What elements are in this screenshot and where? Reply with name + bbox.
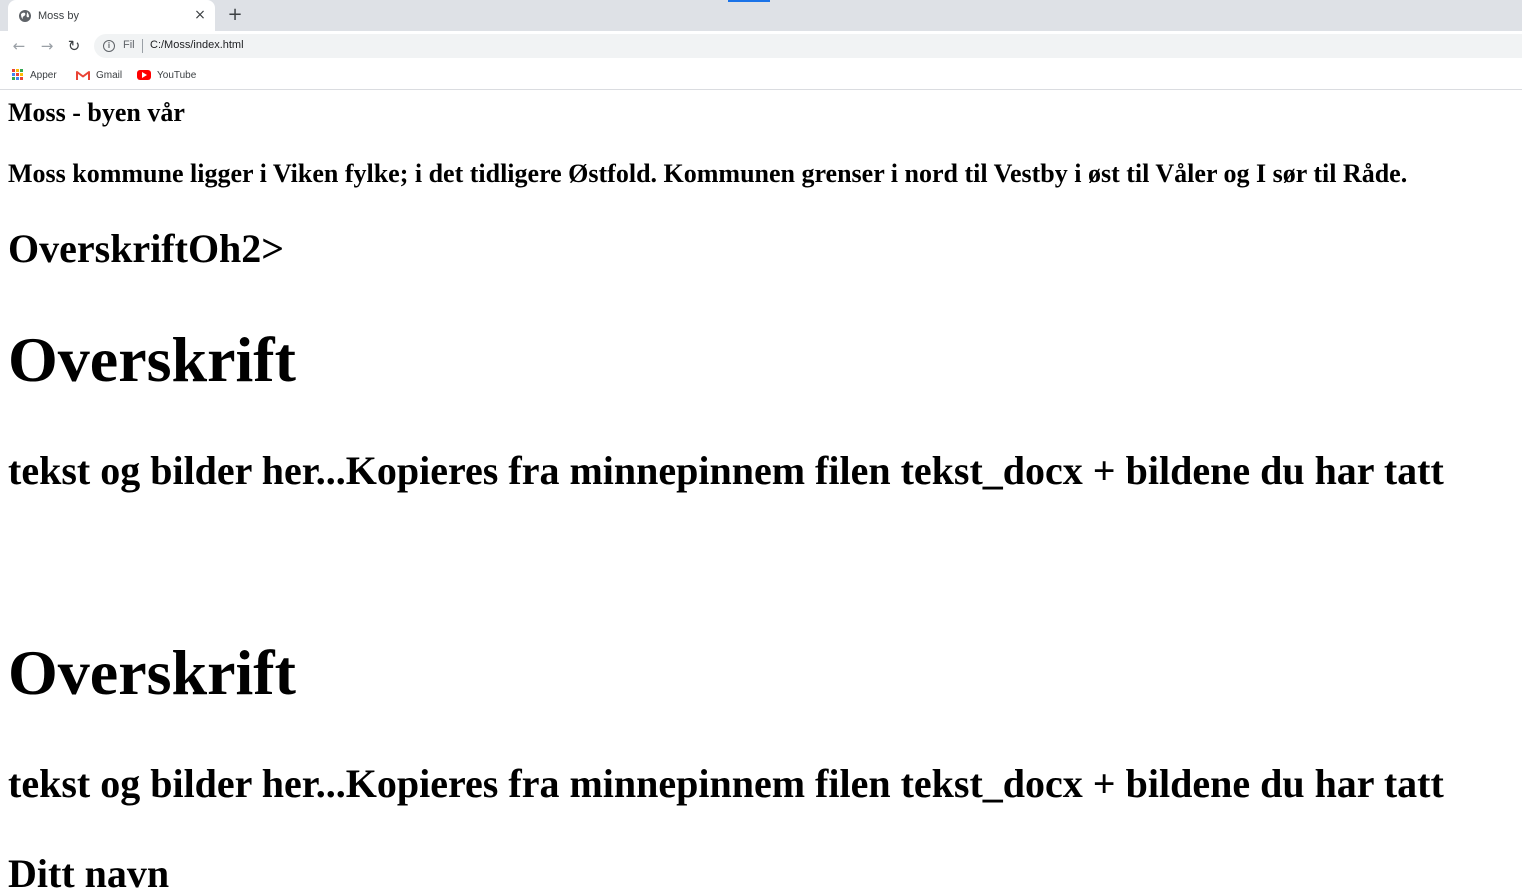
section-heading: Overskrift — [8, 637, 296, 708]
tab-strip: Moss by × + — [0, 0, 1522, 31]
new-tab-button[interactable]: + — [224, 4, 246, 26]
close-tab-icon[interactable]: × — [193, 7, 207, 23]
tab-title: Moss by — [38, 9, 79, 22]
address-url[interactable]: C:/Moss/index.html — [150, 39, 244, 51]
bookmark-label: YouTube — [157, 69, 197, 81]
page-content: Moss - byen vår Moss kommune ligger i Vi… — [0, 90, 1522, 895]
section-text: tekst og bilder her...Kopieres fra minne… — [8, 761, 1444, 806]
address-bar[interactable]: i Fil C:/Moss/index.html — [94, 34, 1522, 58]
gmail-icon — [76, 70, 90, 80]
forward-arrow-icon[interactable]: → — [38, 37, 56, 55]
address-scheme: Fil — [123, 39, 135, 51]
broken-heading: OverskriftOh2> — [8, 226, 285, 271]
bookmark-label: Apper — [30, 69, 57, 81]
bookmark-youtube[interactable]: YouTube — [137, 67, 196, 83]
author-name: Ditt navn — [8, 851, 170, 895]
bookmark-label: Gmail — [96, 69, 123, 81]
address-separator — [142, 39, 143, 53]
browser-toolbar: ← → ↻ i Fil C:/Moss/index.html — [0, 31, 1522, 61]
youtube-icon — [137, 70, 151, 80]
tab-strip-accent — [728, 0, 770, 2]
apps-grid-icon — [12, 69, 24, 81]
reload-icon[interactable]: ↻ — [65, 37, 83, 55]
site-heading: Moss - byen vår — [8, 98, 185, 127]
bookmark-gmail[interactable]: Gmail — [76, 67, 122, 83]
bookmarks-bar: Apper Gmail YouTube — [0, 61, 1522, 90]
globe-icon — [19, 9, 31, 22]
info-icon[interactable]: i — [103, 40, 115, 52]
tab-moss-by[interactable]: Moss by × — [8, 0, 215, 31]
section-heading: Overskrift — [8, 324, 296, 395]
intro-paragraph: Moss kommune ligger i Viken fylke; i det… — [8, 159, 1408, 188]
back-arrow-icon[interactable]: ← — [10, 37, 28, 55]
bookmark-apps[interactable]: Apper — [12, 67, 57, 83]
section-text: tekst og bilder her...Kopieres fra minne… — [8, 448, 1444, 493]
